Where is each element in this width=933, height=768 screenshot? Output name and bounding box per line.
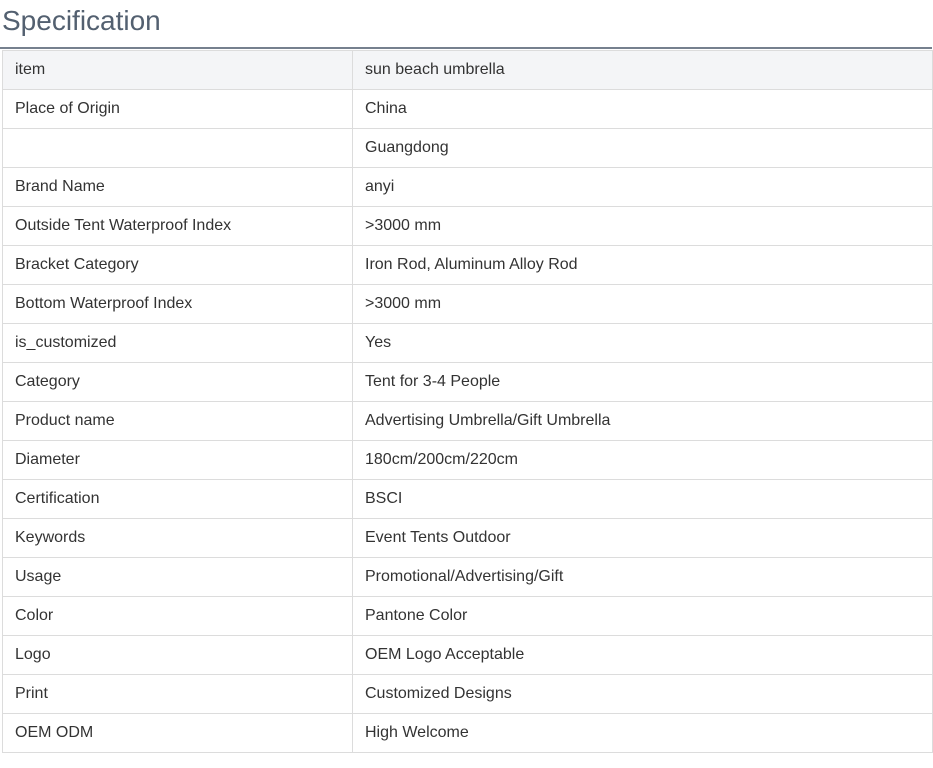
spec-row: Usage Promotional/Advertising/Gift — [2, 557, 933, 597]
spec-key: Logo — [2, 635, 353, 675]
spec-row: Bracket Category Iron Rod, Aluminum Alloy… — [2, 245, 933, 285]
spec-value: Pantone Color — [352, 596, 933, 636]
spec-key: Category — [2, 362, 353, 402]
spec-table: item sun beach umbrella Place of Origin C… — [2, 50, 933, 753]
spec-value: 180cm/200cm/220cm — [352, 440, 933, 480]
spec-value: China — [352, 89, 933, 129]
spec-value: High Welcome — [352, 713, 933, 753]
spec-key: Place of Origin — [2, 89, 353, 129]
spec-value: BSCI — [352, 479, 933, 519]
spec-row: Print Customized Designs — [2, 674, 933, 714]
spec-row: Color Pantone Color — [2, 596, 933, 636]
spec-row: Diameter 180cm/200cm/220cm — [2, 440, 933, 480]
spec-row: OEM ODM High Welcome — [2, 713, 933, 753]
spec-header-row: item sun beach umbrella — [2, 50, 933, 90]
spec-row: Bottom Waterproof Index >3000 mm — [2, 284, 933, 324]
spec-row: Certification BSCI — [2, 479, 933, 519]
spec-row: Logo OEM Logo Acceptable — [2, 635, 933, 675]
section-title: Specification — [2, 5, 161, 36]
spec-row: Keywords Event Tents Outdoor — [2, 518, 933, 558]
spec-value: Yes — [352, 323, 933, 363]
spec-key: Keywords — [2, 518, 353, 558]
specification-section: Specification item sun beach umbrella Pl… — [0, 0, 933, 768]
spec-key: OEM ODM — [2, 713, 353, 753]
spec-value: anyi — [352, 167, 933, 207]
spec-row: Guangdong — [2, 128, 933, 168]
spec-key: Bottom Waterproof Index — [2, 284, 353, 324]
spec-key: Diameter — [2, 440, 353, 480]
spec-row: Brand Name anyi — [2, 167, 933, 207]
spec-value: Customized Designs — [352, 674, 933, 714]
spec-header-key: item — [2, 50, 353, 90]
spec-key — [2, 128, 353, 168]
spec-value: >3000 mm — [352, 206, 933, 246]
spec-key: Color — [2, 596, 353, 636]
spec-key: Usage — [2, 557, 353, 597]
spec-value: >3000 mm — [352, 284, 933, 324]
spec-key: Bracket Category — [2, 245, 353, 285]
spec-value: Iron Rod, Aluminum Alloy Rod — [352, 245, 933, 285]
spec-value: Tent for 3-4 People — [352, 362, 933, 402]
spec-value: Promotional/Advertising/Gift — [352, 557, 933, 597]
spec-row: Category Tent for 3-4 People — [2, 362, 933, 402]
spec-value: OEM Logo Acceptable — [352, 635, 933, 675]
spec-key: Product name — [2, 401, 353, 441]
spec-row: Outside Tent Waterproof Index >3000 mm — [2, 206, 933, 246]
title-divider — [0, 47, 932, 49]
spec-table-body: item sun beach umbrella Place of Origin C… — [2, 50, 933, 753]
spec-row: Product name Advertising Umbrella/Gift Um… — [2, 401, 933, 441]
spec-header-value: sun beach umbrella — [352, 50, 933, 90]
spec-row: Place of Origin China — [2, 89, 933, 129]
spec-row: is_customized Yes — [2, 323, 933, 363]
spec-value: Advertising Umbrella/Gift Umbrella — [352, 401, 933, 441]
spec-key: Certification — [2, 479, 353, 519]
spec-value: Event Tents Outdoor — [352, 518, 933, 558]
spec-key: is_customized — [2, 323, 353, 363]
spec-key: Outside Tent Waterproof Index — [2, 206, 353, 246]
spec-key: Brand Name — [2, 167, 353, 207]
spec-value: Guangdong — [352, 128, 933, 168]
spec-key: Print — [2, 674, 353, 714]
